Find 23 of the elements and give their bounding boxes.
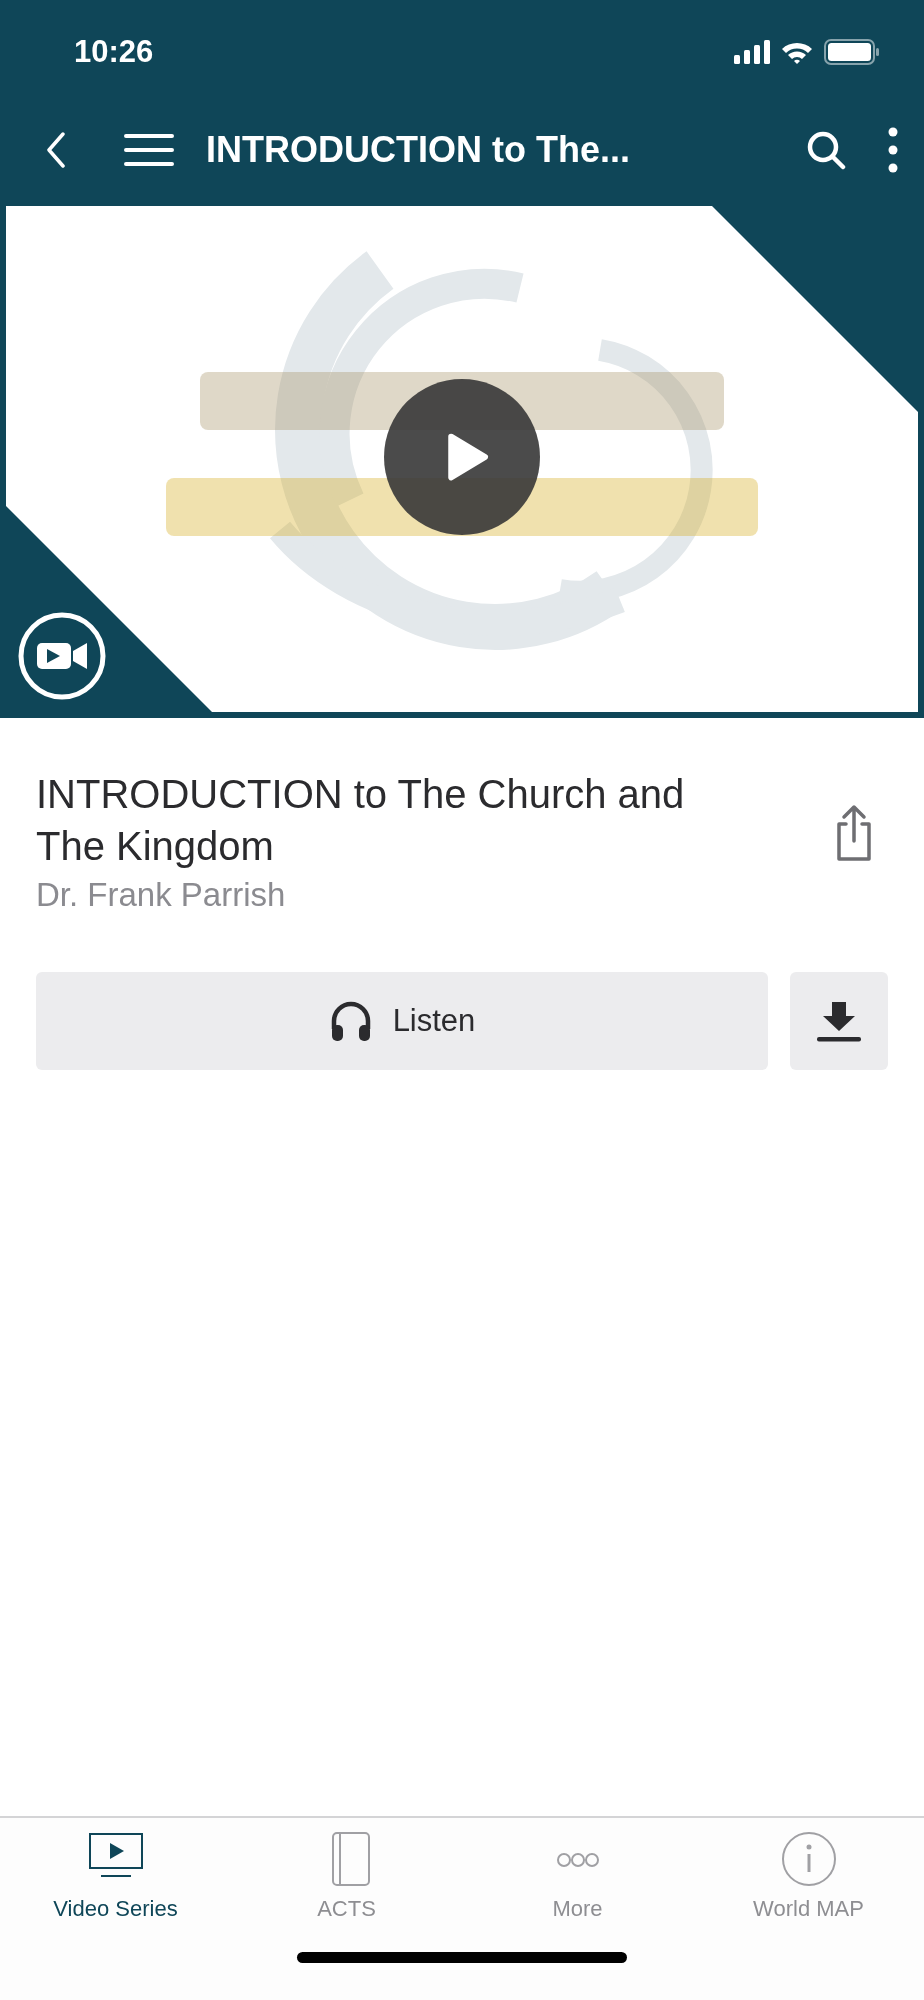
dots-icon [556, 1853, 599, 1867]
back-icon [46, 132, 66, 168]
status-time: 10:26 [74, 34, 154, 70]
battery-icon [824, 39, 880, 65]
signal-icon [734, 40, 770, 64]
share-button[interactable] [834, 804, 874, 862]
wifi-icon [780, 40, 814, 64]
lesson-title: INTRODUCTION to The Church and The Kingdom [36, 771, 686, 870]
info-icon [779, 1832, 838, 1888]
video-camera-icon [17, 611, 107, 701]
lesson-author: Dr. Frank Parrish [36, 876, 287, 914]
screen-title: INTRODUCTION to The... [206, 129, 631, 171]
tab[interactable]: Video Series [0, 1832, 231, 1936]
search-icon [806, 130, 846, 170]
more-icon [888, 127, 898, 173]
listen-button[interactable]: Listen [36, 972, 768, 1070]
tab[interactable]: More [462, 1832, 693, 1936]
share-icon [834, 804, 874, 862]
download-icon [817, 999, 861, 1043]
tab[interactable]: ACTS [231, 1832, 462, 1936]
download-button[interactable] [790, 972, 888, 1070]
tab[interactable]: World MAP [693, 1832, 924, 1936]
menu-icon [124, 133, 174, 167]
